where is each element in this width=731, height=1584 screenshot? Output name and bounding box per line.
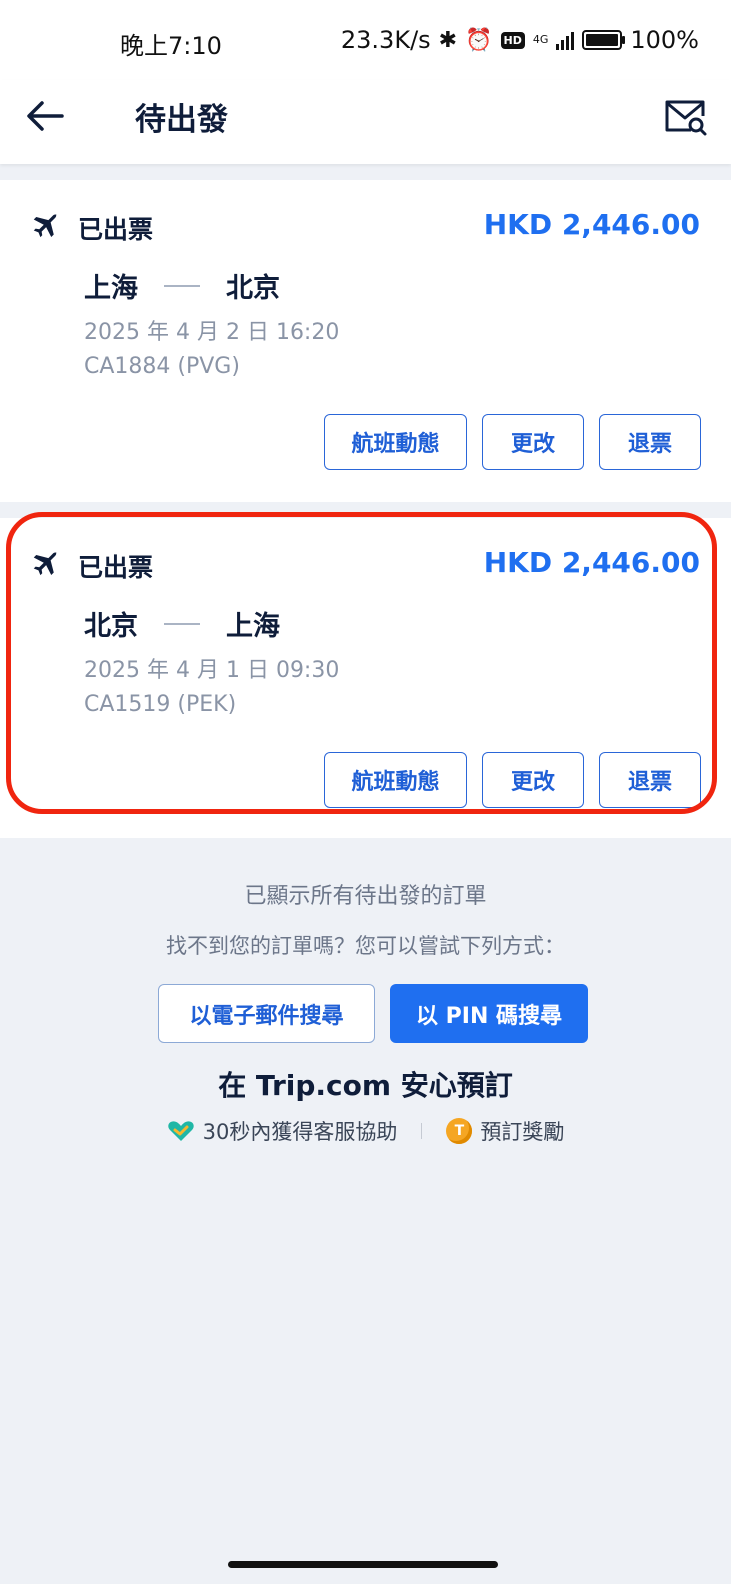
change-button[interactable]: 更改 bbox=[482, 752, 584, 808]
route: 北京 上海 bbox=[84, 604, 280, 643]
alarm-icon: ⏰ bbox=[465, 27, 493, 53]
pin-search-button[interactable]: 以 PIN 碼搜尋 bbox=[390, 984, 588, 1043]
perk-support: 30秒內獲得客服協助 bbox=[167, 1116, 398, 1146]
page-title: 待出發 bbox=[135, 102, 228, 138]
route-dash bbox=[164, 284, 200, 287]
status-time: 晚上7:10 bbox=[120, 32, 222, 60]
route-dash bbox=[164, 622, 200, 625]
destination-city: 北京 bbox=[226, 273, 280, 304]
bluetooth-icon: ✱ bbox=[438, 27, 458, 53]
network-type: 4G bbox=[532, 33, 549, 46]
departure-datetime: 2025 年 4 月 2 日 16:20 bbox=[84, 320, 340, 345]
coin-icon: T bbox=[446, 1118, 473, 1144]
order-price: HKD 2,446.00 bbox=[483, 546, 700, 579]
order-price: HKD 2,446.00 bbox=[483, 208, 700, 241]
mail-search-icon bbox=[665, 100, 707, 136]
flight-status-button[interactable]: 航班動態 bbox=[324, 414, 467, 470]
safe-booking-title: 在 Trip.com 安心預訂 bbox=[218, 1069, 513, 1102]
flight-number: CA1519 (PEK) bbox=[84, 692, 237, 717]
app-header: 待出發 bbox=[0, 80, 731, 164]
order-card[interactable]: 已出票 HKD 2,446.00 上海 北京 2025 年 4 月 2 日 16… bbox=[0, 180, 731, 502]
flight-status-button[interactable]: 航班動態 bbox=[324, 752, 467, 808]
not-found-text: 找不到您的訂單嗎？您可以嘗試下列方式： bbox=[166, 934, 565, 958]
flight-number: CA1884 (PVG) bbox=[84, 354, 240, 379]
perks-row: 30秒內獲得客服協助 T 預訂獎勵 bbox=[0, 1116, 731, 1146]
hd-icon: HD bbox=[500, 31, 525, 49]
refund-button[interactable]: 退票 bbox=[599, 752, 701, 808]
home-indicator[interactable] bbox=[228, 1561, 498, 1568]
network-speed: 23.3K/s bbox=[340, 26, 431, 54]
email-search-button[interactable]: 以電子郵件搜尋 bbox=[158, 984, 375, 1043]
plane-icon bbox=[33, 213, 57, 238]
status-bar: 晚上7:10 23.3K/s ✱ ⏰ HD 4G 100% bbox=[0, 0, 731, 80]
status-indicators: 23.3K/s ✱ ⏰ HD 4G 100% bbox=[341, 26, 699, 54]
ticket-status: 已出票 bbox=[78, 553, 154, 582]
back-button[interactable] bbox=[22, 92, 70, 140]
destination-city: 上海 bbox=[226, 611, 280, 642]
perk-rewards-label: 預訂獎勵 bbox=[480, 1120, 565, 1144]
refund-button[interactable]: 退票 bbox=[599, 414, 701, 470]
origin-city: 上海 bbox=[84, 273, 138, 304]
origin-city: 北京 bbox=[84, 611, 138, 642]
perk-support-label: 30秒內獲得客服協助 bbox=[202, 1120, 398, 1144]
battery-level: 100% bbox=[630, 26, 699, 54]
plane-icon bbox=[33, 551, 57, 576]
mail-search-button[interactable] bbox=[661, 92, 709, 140]
battery-icon bbox=[582, 30, 626, 50]
departure-datetime: 2025 年 4 月 1 日 09:30 bbox=[84, 658, 340, 683]
order-card[interactable]: 已出票 HKD 2,446.00 北京 上海 2025 年 4 月 1 日 09… bbox=[0, 518, 731, 838]
change-button[interactable]: 更改 bbox=[482, 414, 584, 470]
perk-divider bbox=[421, 1123, 423, 1139]
arrow-left-icon bbox=[27, 101, 64, 131]
perk-rewards: T 預訂獎勵 bbox=[446, 1116, 564, 1146]
all-orders-shown-text: 已顯示所有待出發的訂單 bbox=[244, 884, 487, 909]
route: 上海 北京 bbox=[84, 266, 280, 305]
heart-check-icon bbox=[167, 1121, 194, 1141]
ticket-status: 已出票 bbox=[78, 215, 154, 244]
signal-icon bbox=[556, 30, 575, 50]
